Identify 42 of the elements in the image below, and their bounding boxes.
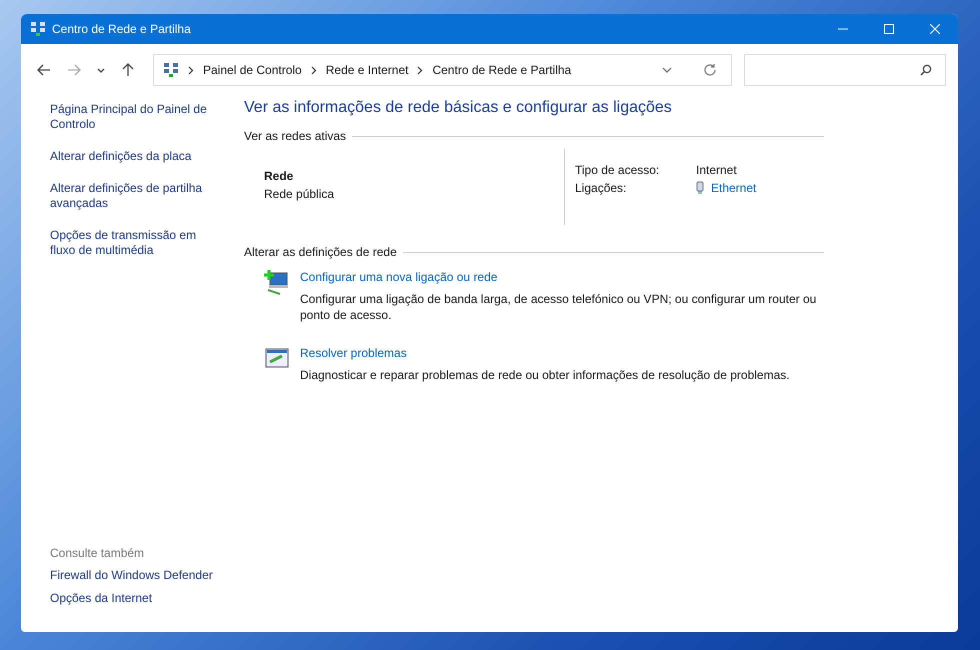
sidebar-link[interactable]: Alterar definições da placa (50, 149, 215, 164)
breadcrumb-item[interactable]: Centro de Rede e Partilha (432, 63, 572, 77)
sidebar-link[interactable]: Opções de transmissão em fluxo de multimédia (50, 228, 215, 258)
search-field[interactable] (744, 54, 946, 86)
see-also-heading: Consulte também (50, 546, 146, 560)
see-also-link[interactable]: Firewall do Windows Defender (50, 568, 215, 583)
chevron-icon (310, 66, 317, 74)
dropdown-caret-icon[interactable] (662, 67, 672, 73)
chevron-icon (417, 66, 424, 74)
network-setup-icon (264, 269, 290, 295)
address-bar[interactable]: Painel de Controlo Rede e Internet Centro de Rede e Partilha (153, 54, 732, 86)
up-arrow-icon (122, 63, 134, 77)
connection-link[interactable]: Ethernet (711, 181, 756, 195)
task-link[interactable]: Resolver problemas (300, 345, 790, 361)
window-title: Centro de Rede e Partilha (52, 22, 191, 36)
search-icon (920, 64, 932, 76)
sidebar-link[interactable]: Alterar definições de partilha avançadas (50, 181, 215, 211)
left-arrow-icon (37, 64, 51, 76)
breadcrumb-item[interactable]: Painel de Controlo (203, 63, 302, 77)
ethernet-plug-icon (696, 181, 704, 195)
refresh-icon[interactable] (703, 63, 717, 77)
connections-label: Ligações: (575, 181, 628, 195)
network-icon (30, 21, 46, 37)
task-link[interactable]: Configurar uma nova ligação ou rede (300, 269, 824, 285)
breadcrumb-item[interactable]: Rede e Internet (326, 63, 408, 77)
network-icon (163, 62, 179, 78)
maximize-icon (884, 24, 894, 34)
network-name: Rede (264, 169, 294, 183)
caret-icon (97, 68, 105, 72)
task-description: Configurar uma ligação de banda larga, de acesso telefónico ou VPN; ou configurar um router ou ponto de acesso. (300, 291, 818, 323)
task-description: Diagnosticar e reparar problemas de rede ou obter informações de resolução de problemas. (300, 367, 790, 383)
section-heading: Ver as redes ativas (244, 129, 346, 143)
close-icon (930, 24, 940, 34)
page-title: Ver as informações de rede básicas e configurar as ligações (244, 99, 673, 117)
access-type-label: Tipo de acesso: (575, 163, 660, 177)
see-also-link[interactable]: Opções da Internet (50, 591, 215, 606)
sidebar-link[interactable]: Página Principal do Painel de Controlo (50, 102, 215, 132)
chevron-icon (188, 66, 194, 74)
right-arrow-icon (67, 64, 81, 76)
network-profile: Rede pública (264, 187, 336, 201)
access-type-value: Internet (696, 163, 738, 177)
section-heading: Alterar as definições de rede (244, 245, 397, 259)
